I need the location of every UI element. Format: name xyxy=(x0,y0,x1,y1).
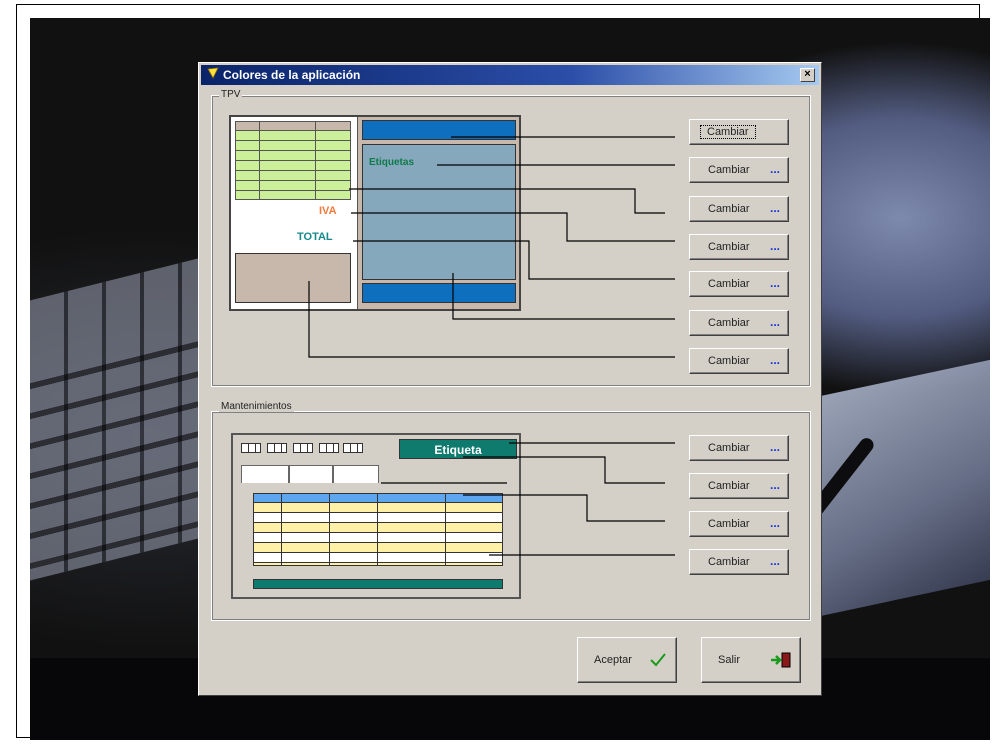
mantenimientos-group-label: Mantenimientos xyxy=(219,401,294,412)
exit-label: Salir xyxy=(718,654,741,666)
change-color-button-tpv-7[interactable]: Cambiar ... xyxy=(689,348,789,374)
etiqueta-badge: Etiqueta xyxy=(399,439,517,459)
preview-table-col xyxy=(329,493,330,566)
etiquetas-label: Etiquetas xyxy=(369,157,415,168)
ellipsis-icon: ... xyxy=(770,516,781,530)
tpv-group-label: TPV xyxy=(219,89,243,100)
button-label: Cambiar xyxy=(708,203,750,215)
button-label: Cambiar xyxy=(708,241,750,253)
change-color-button-tpv-2[interactable]: Cambiar ... xyxy=(689,157,789,183)
preview-table-footer xyxy=(253,579,503,589)
button-label: Cambiar xyxy=(708,556,750,568)
paper-photo xyxy=(820,359,990,617)
tpv-keypad-panel: Etiquetas xyxy=(357,117,519,309)
change-color-button-tpv-5[interactable]: Cambiar ... xyxy=(689,271,789,297)
preview-table-col xyxy=(281,493,282,566)
tpv-ticket-panel: IVA TOTAL xyxy=(231,117,355,309)
change-color-button-mant-2[interactable]: Cambiar ... xyxy=(689,473,789,499)
ellipsis-icon: ... xyxy=(770,478,781,492)
button-label: Cambiar xyxy=(708,317,750,329)
tpv-center-area: Etiquetas xyxy=(362,144,516,280)
preview-table-col xyxy=(445,493,446,566)
preview-table-rows xyxy=(253,502,503,566)
change-color-button-tpv-6[interactable]: Cambiar ... xyxy=(689,310,789,336)
tpv-grid-col xyxy=(259,121,260,200)
button-label: Cambiar xyxy=(708,278,750,290)
preview-tab xyxy=(333,465,379,483)
title-bar[interactable]: Colores de la aplicación × xyxy=(201,65,819,85)
button-label: Cambiar xyxy=(708,518,750,530)
preview-tab xyxy=(289,465,333,483)
tpv-grid-col xyxy=(315,121,316,200)
iva-label: IVA xyxy=(319,205,337,217)
change-color-button-mant-1[interactable]: Cambiar ... xyxy=(689,435,789,461)
button-label: Cambiar xyxy=(708,442,750,454)
close-icon: × xyxy=(804,68,811,80)
checkmark-icon xyxy=(650,653,666,667)
tpv-bottom-box xyxy=(235,253,351,303)
tpv-grid-rows xyxy=(235,130,351,200)
total-label: TOTAL xyxy=(297,231,333,243)
toolbar-icon xyxy=(293,443,313,453)
tpv-preview: IVA TOTAL Etiquetas xyxy=(229,115,521,311)
close-button[interactable]: × xyxy=(800,68,815,82)
ellipsis-icon: ... xyxy=(770,353,781,367)
tpv-bottom-bar xyxy=(362,283,516,303)
tpv-top-bar xyxy=(362,120,516,140)
ellipsis-icon: ... xyxy=(770,162,781,176)
button-label: Cambiar xyxy=(700,125,756,139)
change-color-button-tpv-4[interactable]: Cambiar ... xyxy=(689,234,789,260)
dialog-title: Colores de la aplicación xyxy=(223,68,361,82)
app-icon xyxy=(207,67,219,79)
colors-dialog: Colores de la aplicación × TPV IVA TOTAL… xyxy=(198,62,822,696)
ellipsis-icon: ... xyxy=(770,276,781,290)
toolbar-icon xyxy=(267,443,287,453)
ellipsis-icon: ... xyxy=(770,440,781,454)
preview-tab xyxy=(241,465,289,483)
change-color-button-mant-4[interactable]: Cambiar ... xyxy=(689,549,789,575)
accept-label: Aceptar xyxy=(594,654,632,666)
ellipsis-icon: ... xyxy=(770,201,781,215)
exit-door-icon xyxy=(771,652,791,668)
toolbar-icon xyxy=(241,443,261,453)
ellipsis-icon: ... xyxy=(770,554,781,568)
ellipsis-icon: ... xyxy=(770,315,781,329)
toolbar-icon xyxy=(343,443,363,453)
preview-table-col xyxy=(377,493,378,566)
change-color-button-mant-3[interactable]: Cambiar ... xyxy=(689,511,789,537)
toolbar-icon xyxy=(319,443,339,453)
button-label: Cambiar xyxy=(708,164,750,176)
change-color-button-tpv-1[interactable]: Cambiar xyxy=(689,119,789,145)
button-label: Cambiar xyxy=(708,480,750,492)
accept-button[interactable]: Aceptar xyxy=(577,637,677,683)
button-label: Cambiar xyxy=(708,355,750,367)
ellipsis-icon: ... xyxy=(770,239,781,253)
mantenimientos-preview: Etiqueta xyxy=(231,433,521,599)
change-color-button-tpv-3[interactable]: Cambiar ... xyxy=(689,196,789,222)
exit-button[interactable]: Salir xyxy=(701,637,801,683)
keyboard-photo-shadow xyxy=(30,326,200,570)
